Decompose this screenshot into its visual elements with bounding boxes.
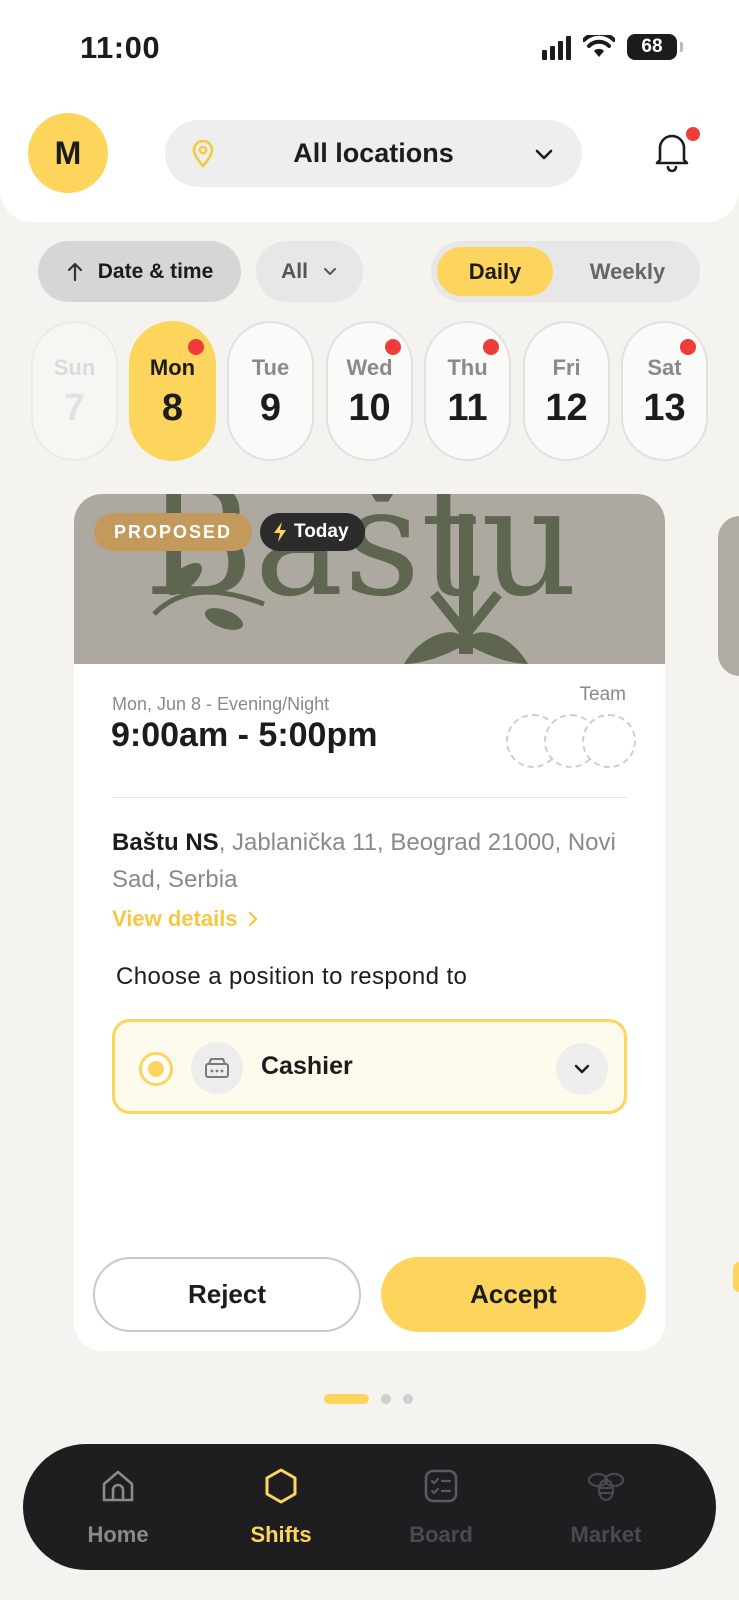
today-badge: Today: [260, 513, 365, 551]
notification-dot: [686, 127, 700, 141]
view-toggle: Daily Weekly: [431, 241, 700, 302]
bee-icon: [531, 1466, 681, 1506]
home-icon: [43, 1466, 193, 1506]
tab-board[interactable]: Board: [366, 1466, 516, 1548]
type-filter-label: All: [281, 259, 308, 283]
tab-market-label: Market: [570, 1522, 642, 1547]
view-details-link[interactable]: View details: [112, 906, 258, 932]
status-icons: 68: [542, 34, 683, 60]
team-label: Team: [579, 684, 626, 705]
day-date: 10: [348, 387, 391, 429]
event-dot: [385, 339, 401, 355]
next-card-accept-peek: [733, 1262, 739, 1292]
shift-card: Baštu PROPOSED Today Mon, Jun 8 - Evenin…: [74, 494, 665, 1351]
view-toggle-weekly[interactable]: Weekly: [561, 247, 694, 296]
arrow-up-icon: [67, 262, 82, 281]
position-label: Cashier: [261, 1052, 353, 1080]
team-avatar-placeholder: [582, 714, 636, 768]
view-toggle-daily[interactable]: Daily: [437, 247, 553, 296]
pager-dot[interactable]: [403, 1394, 413, 1404]
pager-dot[interactable]: [381, 1394, 391, 1404]
day-sun-7[interactable]: Sun 7: [31, 321, 118, 461]
day-name: Tue: [251, 355, 290, 380]
tab-market[interactable]: Market: [531, 1466, 681, 1548]
view-details-label: View details: [112, 906, 238, 931]
reject-button[interactable]: Reject: [93, 1257, 361, 1332]
cash-register-icon: [191, 1042, 243, 1094]
day-tue-9[interactable]: Tue 9: [227, 321, 314, 461]
next-shift-card-peek[interactable]: [718, 516, 739, 676]
wifi-icon: [583, 35, 615, 57]
location-select[interactable]: All locations: [165, 120, 582, 187]
event-dot: [188, 339, 204, 355]
today-badge-label: Today: [294, 521, 349, 542]
pager-dot-active[interactable]: [324, 1394, 369, 1404]
accept-button[interactable]: Accept: [381, 1257, 646, 1332]
chevron-down-icon: [574, 1064, 590, 1074]
shift-time-range: 9:00am - 5:00pm: [111, 716, 378, 754]
day-name: Thu: [447, 355, 488, 380]
type-filter-dropdown[interactable]: All: [256, 241, 363, 302]
tab-board-label: Board: [409, 1522, 473, 1547]
day-date: 7: [63, 387, 86, 429]
day-name: Sun: [53, 355, 96, 380]
event-dot: [483, 339, 499, 355]
event-dot: [680, 339, 696, 355]
day-name: Mon: [149, 355, 196, 380]
team-avatars[interactable]: [506, 714, 636, 768]
board-icon: [366, 1466, 516, 1506]
venue-banner-image: Baštu PROPOSED Today: [74, 494, 665, 664]
chevron-down-icon: [535, 149, 553, 160]
venue-name: Baštu NS: [112, 829, 219, 856]
chevron-down-icon: [323, 267, 336, 275]
tab-shifts[interactable]: Shifts: [206, 1466, 356, 1548]
avatar[interactable]: M: [28, 113, 108, 193]
day-name: Wed: [346, 355, 393, 380]
header: 11:00 68 M All locations: [0, 0, 739, 222]
chevron-right-icon: [248, 911, 257, 927]
position-radio[interactable]: [139, 1052, 173, 1086]
shift-date: Mon, Jun 8 - Evening/Night: [112, 694, 330, 714]
hexagon-icon: [206, 1466, 356, 1506]
shift-address: Baštu NS, Jablanička 11, Beograd 21000, …: [112, 824, 632, 898]
status-time: 11:00: [80, 30, 161, 65]
choose-position-prompt: Choose a position to respond to: [116, 963, 468, 990]
day-mon-8[interactable]: Mon 8: [129, 321, 216, 461]
lightning-icon: [274, 522, 286, 542]
day-date: 9: [259, 387, 282, 429]
day-fri-12[interactable]: Fri 12: [523, 321, 610, 461]
tab-home[interactable]: Home: [43, 1466, 193, 1548]
day-date: 8: [161, 387, 184, 429]
sort-label: Date & time: [97, 259, 214, 283]
card-pager: [324, 1394, 413, 1404]
position-expand-button[interactable]: [556, 1043, 608, 1095]
tab-shifts-label: Shifts: [250, 1522, 312, 1547]
day-sat-13[interactable]: Sat 13: [621, 321, 708, 461]
sort-date-time-button[interactable]: Date & time: [38, 241, 241, 302]
day-date: 12: [545, 387, 588, 429]
position-option-cashier[interactable]: Cashier: [112, 1019, 627, 1114]
battery-indicator: 68: [627, 34, 683, 60]
tab-bar: Home Shifts Board Market: [23, 1444, 716, 1570]
location-select-label: All locations: [293, 138, 454, 168]
divider: [112, 797, 627, 798]
day-date: 11: [447, 387, 488, 429]
day-date: 13: [643, 387, 686, 429]
cellular-signal-icon: [542, 34, 571, 60]
status-badge: PROPOSED: [94, 513, 253, 551]
day-name: Sat: [647, 355, 682, 380]
day-name: Fri: [552, 355, 581, 380]
day-wed-10[interactable]: Wed 10: [326, 321, 413, 461]
tab-home-label: Home: [87, 1522, 149, 1547]
day-thu-11[interactable]: Thu 11: [424, 321, 511, 461]
